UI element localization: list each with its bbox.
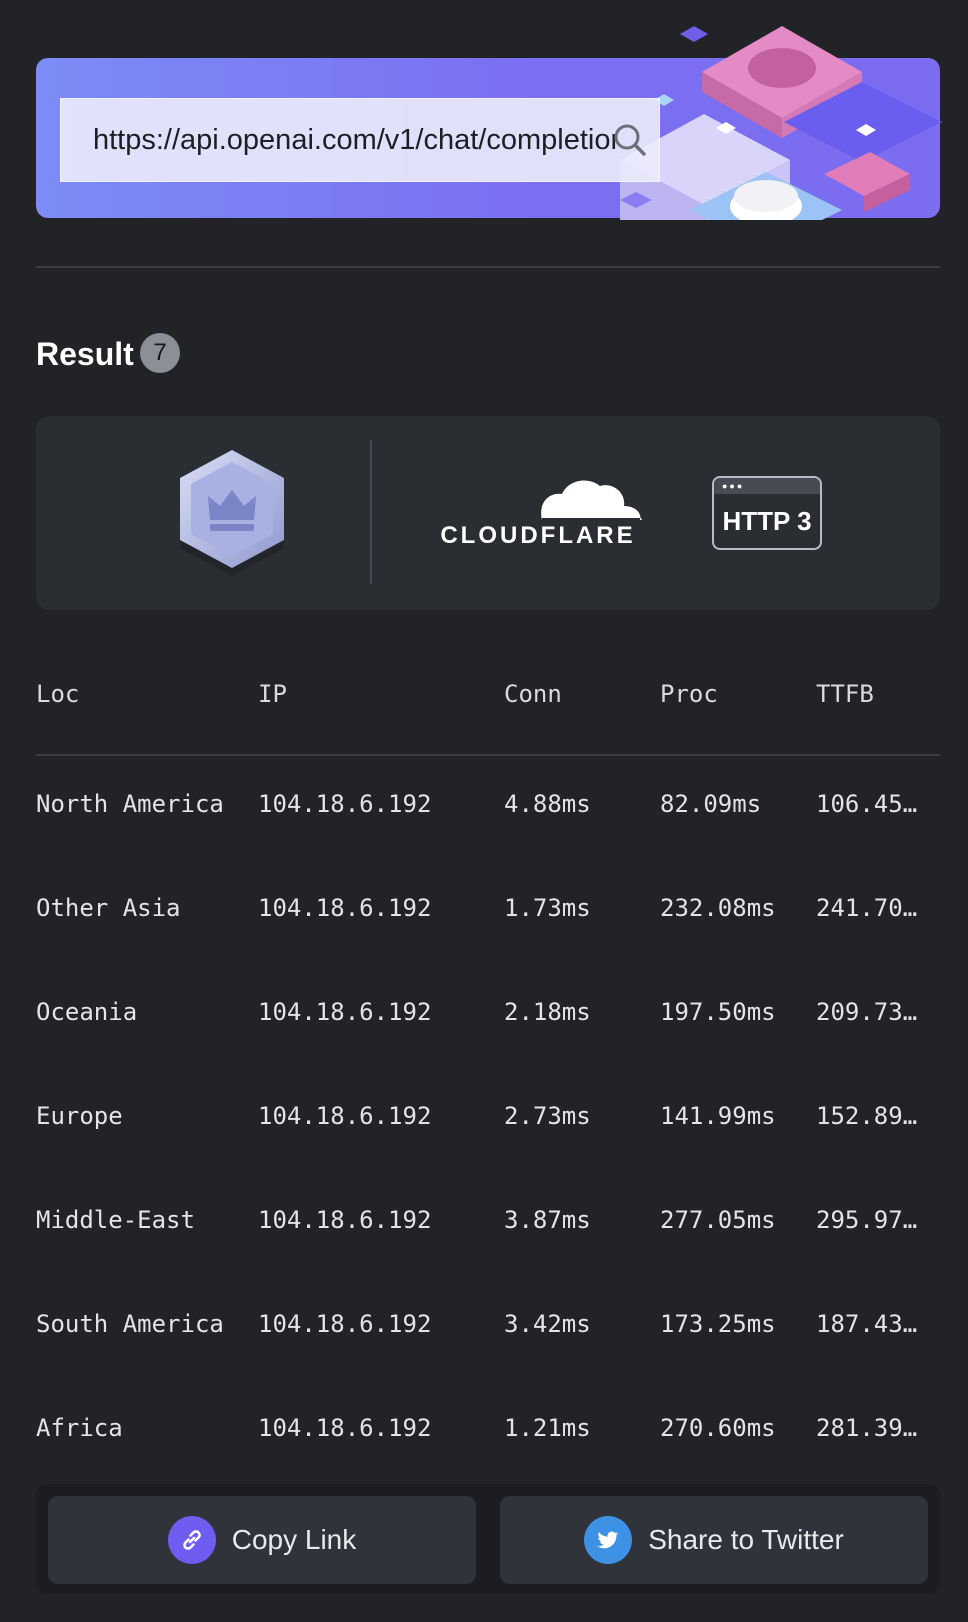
url-search-box bbox=[60, 98, 660, 182]
header-proc: Proc bbox=[660, 680, 718, 708]
table-header: Loc IP Conn Proc TTFB bbox=[36, 680, 940, 756]
cell-ttfb: 209.73… bbox=[816, 998, 918, 1026]
cell-conn: 3.87ms bbox=[504, 1206, 591, 1234]
cell-loc: Oceania bbox=[36, 998, 138, 1026]
cell-ttfb: 152.89… bbox=[816, 1102, 918, 1130]
header-loc: Loc bbox=[36, 680, 80, 708]
search-icon[interactable] bbox=[613, 123, 647, 157]
cell-ip: 104.18.6.192 bbox=[258, 1102, 432, 1130]
header-ttfb: TTFB bbox=[816, 680, 874, 708]
twitter-bird-icon bbox=[584, 1516, 633, 1564]
cell-ttfb: 281.39… bbox=[816, 1414, 918, 1442]
cell-conn: 2.73ms bbox=[504, 1102, 591, 1130]
cell-ip: 104.18.6.192 bbox=[258, 790, 432, 818]
table-row: North America 104.18.6.192 4.88ms 82.09m… bbox=[36, 790, 940, 830]
table-row: South America 104.18.6.192 3.42ms 173.25… bbox=[36, 1310, 940, 1350]
cell-loc: Middle-East bbox=[36, 1206, 195, 1234]
cell-ip: 104.18.6.192 bbox=[258, 1206, 432, 1234]
card-divider bbox=[370, 440, 372, 584]
cell-ip: 104.18.6.192 bbox=[258, 998, 432, 1026]
http3-window-bar: ●●● bbox=[714, 478, 820, 494]
cell-conn: 3.42ms bbox=[504, 1310, 591, 1338]
cell-proc: 232.08ms bbox=[660, 894, 776, 922]
cell-ip: 104.18.6.192 bbox=[258, 1310, 432, 1338]
cell-proc: 173.25ms bbox=[660, 1310, 776, 1338]
copy-link-label: Copy Link bbox=[231, 1524, 357, 1555]
cell-conn: 2.18ms bbox=[504, 998, 591, 1026]
table-row: Oceania 104.18.6.192 2.18ms 197.50ms 209… bbox=[36, 998, 940, 1038]
header-conn: Conn bbox=[504, 680, 562, 708]
protocol-label: HTTP 3 bbox=[722, 506, 812, 536]
cell-ttfb: 106.45… bbox=[816, 790, 918, 818]
cell-loc: South America bbox=[36, 1310, 224, 1338]
link-icon bbox=[167, 1516, 216, 1564]
section-divider bbox=[36, 266, 940, 268]
cell-ttfb: 241.70… bbox=[816, 894, 918, 922]
cell-proc: 82.09ms bbox=[660, 790, 762, 818]
cell-loc: Other Asia bbox=[36, 894, 181, 922]
cell-ip: 104.18.6.192 bbox=[258, 894, 432, 922]
window-dots-icon: ●●● bbox=[722, 481, 745, 491]
result-title: Result bbox=[36, 336, 134, 372]
cell-conn: 1.21ms bbox=[504, 1414, 591, 1442]
header-ip: IP bbox=[258, 680, 287, 708]
cell-conn: 1.73ms bbox=[504, 894, 591, 922]
cell-loc: Africa bbox=[36, 1414, 123, 1442]
share-twitter-label: Share to Twitter bbox=[648, 1524, 844, 1555]
table-row: Europe 104.18.6.192 2.73ms 141.99ms 152.… bbox=[36, 1102, 940, 1142]
copy-link-button[interactable]: Copy Link bbox=[48, 1496, 476, 1584]
table-row: Africa 104.18.6.192 1.21ms 270.60ms 281.… bbox=[36, 1414, 940, 1454]
cell-proc: 277.05ms bbox=[660, 1206, 776, 1234]
result-count-badge: 7 bbox=[140, 333, 180, 373]
table-row: Middle-East 104.18.6.192 3.87ms 277.05ms… bbox=[36, 1206, 940, 1246]
cell-ttfb: 295.97… bbox=[816, 1206, 918, 1234]
decorative-isometric-illustration bbox=[620, 26, 942, 220]
table-row: Other Asia 104.18.6.192 1.73ms 232.08ms … bbox=[36, 894, 940, 934]
cell-ip: 104.18.6.192 bbox=[258, 1414, 432, 1442]
cdn-name: CLOUDFLARE bbox=[440, 522, 636, 549]
cell-loc: Europe bbox=[36, 1102, 123, 1130]
cell-ttfb: 187.43… bbox=[816, 1310, 918, 1338]
url-search-input[interactable] bbox=[93, 99, 617, 181]
crown-badge-icon bbox=[180, 450, 284, 576]
share-twitter-button[interactable]: Share to Twitter bbox=[500, 1496, 928, 1584]
cell-proc: 197.50ms bbox=[660, 998, 776, 1026]
cell-loc: North America bbox=[36, 790, 224, 818]
http3-badge: ●●● HTTP 3 bbox=[712, 476, 822, 550]
cell-conn: 4.88ms bbox=[504, 790, 591, 818]
cell-proc: 270.60ms bbox=[660, 1414, 776, 1442]
cell-proc: 141.99ms bbox=[660, 1102, 776, 1130]
